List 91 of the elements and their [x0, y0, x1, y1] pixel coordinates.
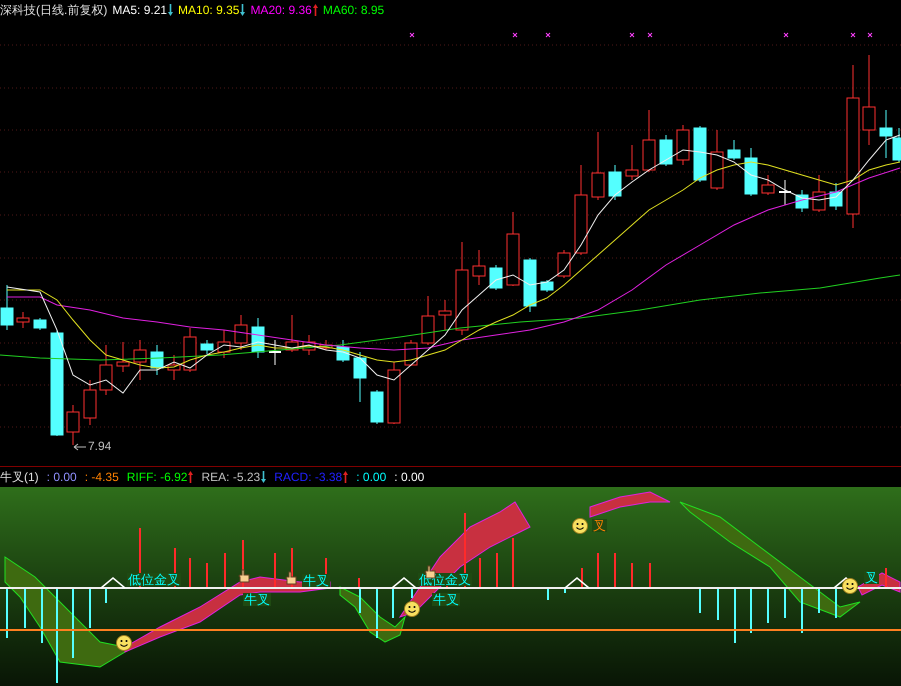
indicator-reading: : 0.00: [356, 469, 386, 486]
candlestick: [388, 362, 400, 424]
peak-marker: [834, 577, 858, 589]
cross-mark-icon: [648, 32, 652, 38]
smiley-icon: [842, 578, 858, 594]
candlestick: [660, 134, 672, 166]
candlestick: [472, 250, 486, 286]
candlestick: [438, 300, 452, 330]
candlestick: [812, 174, 826, 212]
signal-label: 牛叉: [302, 574, 330, 587]
candlestick: [200, 340, 214, 354]
candlestick: [134, 340, 146, 380]
candlestick: [710, 130, 724, 190]
indicator-reading: MA10: 9.35: [178, 2, 240, 19]
candlestick: [66, 404, 80, 446]
up-arrow-icon: [188, 471, 194, 483]
cross-mark-icon: [512, 32, 518, 38]
indicator-reading: : 0.00: [46, 469, 77, 486]
candlestick: [694, 126, 706, 182]
cross-mark-icon: [410, 32, 414, 38]
candlestick: [320, 340, 332, 350]
candlestick: [762, 174, 774, 196]
signal-label: 牛叉: [432, 593, 460, 606]
signal-label: 叉: [864, 571, 879, 584]
candlestick: [252, 318, 264, 358]
indicator-reading: RIFF: -6.92: [126, 469, 188, 486]
signal-label: 低位金叉: [127, 573, 181, 586]
smiley-icon: [116, 635, 132, 651]
down-arrow-icon: [168, 4, 174, 16]
indicator-reading: MA5: 9.21: [112, 2, 168, 19]
cross-mark-icon: [850, 32, 856, 38]
chart-title: 深科技(日线.前复权): [0, 2, 108, 19]
candlestick: [728, 140, 740, 160]
indicator-reading: : -4.35: [84, 469, 119, 486]
ribbon-band: [340, 586, 406, 643]
candlestick: [796, 190, 808, 212]
candlestick: [234, 314, 248, 350]
cross-mark-icon: [784, 32, 788, 38]
candlestick: [0, 284, 14, 330]
smiley-icon: [404, 601, 420, 617]
candlestick: [100, 344, 112, 396]
signal-label: 牛叉: [243, 593, 271, 606]
peak-marker: [100, 577, 126, 589]
pointing-hand-icon: [238, 569, 250, 583]
candlestick: [84, 380, 96, 426]
indicator-reading: MA20: 9.36: [250, 2, 312, 19]
peak-marker: [564, 577, 590, 589]
candlestick: [150, 344, 164, 376]
candlestick: [830, 182, 842, 210]
indicator-title: 牛叉(1): [0, 469, 39, 486]
candlestick: [34, 318, 46, 330]
candlestick: [744, 148, 758, 196]
cross-mark-icon: [868, 32, 872, 38]
cross-mark-icon: [546, 32, 550, 38]
up-arrow-icon: [312, 4, 318, 16]
candlestick: [540, 280, 554, 292]
candlestick: [184, 328, 196, 372]
candlestick: [218, 330, 230, 358]
down-arrow-icon: [261, 471, 266, 483]
candlestick: [354, 352, 366, 402]
indicator-reading: MA60: 8.95: [322, 2, 384, 19]
candlestick: [302, 334, 316, 356]
arrow-icon: [74, 444, 86, 450]
indicator-reading: RACD: -3.38: [274, 469, 342, 486]
smiley-icon: [572, 518, 588, 534]
candlestick: [269, 340, 281, 366]
candlestick: [336, 340, 350, 362]
candlestick: [676, 124, 690, 166]
down-arrow-icon: [240, 4, 246, 16]
pointing-hand-icon: [285, 571, 297, 585]
candlestick: [168, 354, 180, 380]
candlestick: [592, 132, 604, 200]
candlestick: [16, 312, 30, 328]
candlestick: [116, 342, 130, 372]
signal-label: 叉: [592, 519, 607, 532]
candlestick: [370, 390, 384, 424]
low-price-label: 7.94: [88, 440, 112, 452]
candlestick: [490, 264, 502, 290]
candlestick: [779, 180, 791, 206]
candlestick: [286, 314, 298, 352]
peak-marker: [392, 577, 416, 589]
candlestick: [422, 296, 434, 346]
candlestick: [608, 164, 622, 200]
candlestick: [524, 258, 536, 312]
indicator-reading: REA: -5.23: [201, 469, 260, 486]
indicator-reading: : 0.00: [394, 469, 424, 486]
up-arrow-icon: [343, 471, 348, 483]
cross-mark-icon: [630, 32, 634, 38]
candlestick: [626, 144, 638, 180]
candlestick: [558, 250, 570, 278]
candlestick: [642, 110, 656, 172]
